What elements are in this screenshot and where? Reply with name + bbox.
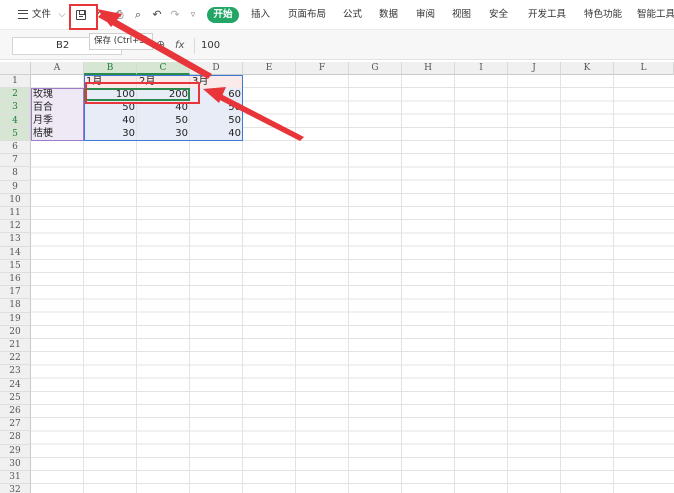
column-header-e[interactable]: E [243,62,296,75]
toolbar: 文件 ⌵ ↷ ⎙ ⌕ ↶ ↷ ▿ 开始 插入 页面布局 公式 数据 审阅 视图 … [0,0,674,30]
print-icon[interactable]: ⎙ [112,7,126,23]
tab-view[interactable]: 视图 [452,7,471,23]
column-header-b[interactable]: B [84,62,137,75]
column-header-c[interactable]: C [137,62,190,75]
column-header-i[interactable]: I [455,62,508,75]
row-header-6[interactable]: 6 [0,141,31,155]
grid-column-line [401,75,402,493]
row-header-11[interactable]: 11 [0,207,31,221]
chevron-down-icon[interactable]: ⌵ [55,7,69,23]
column-header-g[interactable]: G [349,62,402,75]
column-header-k[interactable]: K [561,62,614,75]
row-header-7[interactable]: 7 [0,154,31,168]
row-header-24[interactable]: 24 [0,378,31,392]
redo-icon[interactable]: ↷ [168,7,182,23]
hamburger-menu-icon[interactable] [18,10,28,19]
names-range-border [31,88,84,141]
zoom-icon[interactable]: ⊕ [156,38,165,51]
row-header-32[interactable]: 32 [0,484,31,493]
fx-icon[interactable]: fx [175,40,184,51]
tab-formulas[interactable]: 公式 [343,7,362,23]
column-header-j[interactable]: J [508,62,561,75]
print-preview-icon[interactable]: ⌕ [131,7,145,23]
row-header-19[interactable]: 19 [0,312,31,326]
row-header-15[interactable]: 15 [0,259,31,273]
column-header-f[interactable]: F [296,62,349,75]
tab-insert[interactable]: 插入 [251,7,270,23]
row-header-1[interactable]: 1 [0,75,31,89]
row-header-8[interactable]: 8 [0,167,31,181]
grid-column-line [613,75,614,493]
tab-start[interactable]: 开始 [207,7,239,23]
row-header-22[interactable]: 22 [0,352,31,366]
row-header-28[interactable]: 28 [0,431,31,445]
row-header-26[interactable]: 26 [0,405,31,419]
row-header-17[interactable]: 17 [0,286,31,300]
row-header-29[interactable]: 29 [0,444,31,458]
row-header-31[interactable]: 31 [0,471,31,485]
row-header-5[interactable]: 5 [0,127,31,141]
tab-special-features[interactable]: 特色功能 [584,7,622,23]
column-header-l[interactable]: L [614,62,674,75]
grid-column-line [507,75,508,493]
formula-separator [194,38,195,54]
row-header-2[interactable]: 2 [0,88,31,102]
file-menu[interactable]: 文件 [32,7,51,23]
tab-security[interactable]: 安全 [489,7,508,23]
row-header-23[interactable]: 23 [0,365,31,379]
row-header-20[interactable]: 20 [0,325,31,339]
row-header-16[interactable]: 16 [0,273,31,287]
column-header-d[interactable]: D [190,62,243,75]
row-header-27[interactable]: 27 [0,418,31,432]
row-header-30[interactable]: 30 [0,457,31,471]
column-header-a[interactable]: A [31,62,84,75]
row-header-18[interactable]: 18 [0,299,31,313]
formula-input[interactable]: 100 [201,40,220,51]
grid-column-line [560,75,561,493]
grid-column-line [454,75,455,493]
row-header-14[interactable]: 14 [0,246,31,260]
quick-access-dropdown-icon[interactable]: ▿ [186,7,200,23]
row-header-3[interactable]: 3 [0,101,31,115]
tab-developer[interactable]: 开发工具 [528,7,566,23]
row-header-9[interactable]: 9 [0,180,31,194]
row-header-13[interactable]: 13 [0,233,31,247]
annotation-box-save [69,4,98,30]
save-tooltip: 保存 (Ctrl+S) [89,33,153,50]
grid-column-line [295,75,296,493]
tab-smart-tools[interactable]: 智能工具 [637,7,674,23]
select-all-corner[interactable] [0,62,31,75]
annotation-box-cells [85,82,200,104]
row-header-12[interactable]: 12 [0,220,31,234]
tab-page-layout[interactable]: 页面布局 [288,7,326,23]
name-box-value: B2 [56,40,70,51]
row-header-4[interactable]: 4 [0,114,31,128]
column-header-h[interactable]: H [402,62,455,75]
row-header-21[interactable]: 21 [0,339,31,353]
tab-data[interactable]: 数据 [379,7,398,23]
row-header-10[interactable]: 10 [0,193,31,207]
grid-column-line [348,75,349,493]
tab-review[interactable]: 审阅 [416,7,435,23]
undo-icon[interactable]: ↶ [150,7,164,23]
row-header-25[interactable]: 25 [0,391,31,405]
